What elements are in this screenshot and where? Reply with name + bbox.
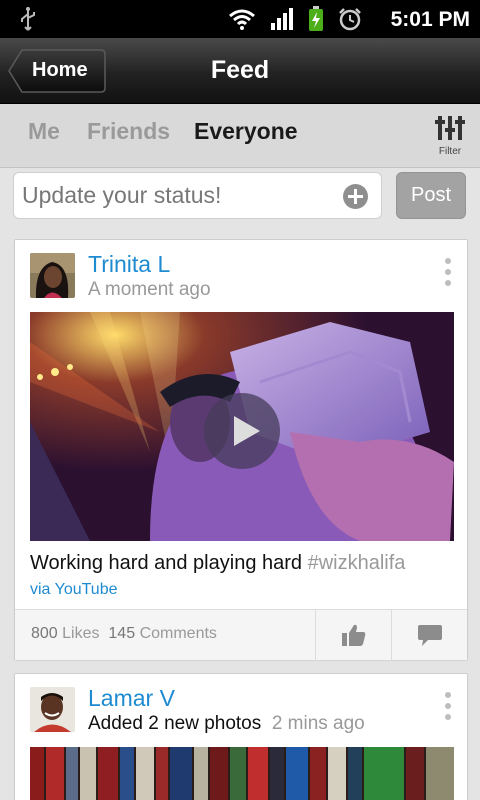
alarm-icon	[339, 8, 361, 31]
source-link[interactable]: via YouTube	[30, 581, 117, 599]
feed-post: Lamar V Added 2 new photos 2 mins ago	[14, 673, 468, 800]
status-field	[13, 172, 382, 219]
overflow-menu-icon[interactable]	[441, 692, 455, 722]
comment-bubble-icon	[418, 625, 442, 646]
comments-label: Comments	[139, 625, 217, 642]
tab-bar: Me Friends Everyone Filter	[0, 104, 480, 168]
likes-label: Likes	[62, 625, 100, 642]
thumbs-up-icon	[342, 624, 366, 646]
post-time: 2 mins ago	[271, 713, 365, 734]
likes-count: 800	[31, 625, 58, 642]
avatar[interactable]	[30, 687, 75, 732]
wifi-icon	[229, 9, 255, 30]
post-author[interactable]: Trinita L	[88, 251, 170, 278]
caption-text: Working hard and playing hard	[30, 552, 303, 574]
post-actions: 800 Likes 145 Comments	[15, 609, 467, 661]
status-bar: 5:01 PM	[0, 0, 480, 38]
feed-post: Trinita L A moment ago Working hard and …	[14, 239, 468, 661]
page-title: Feed	[210, 56, 270, 84]
post-author[interactable]: Lamar V	[88, 685, 175, 712]
battery-charging-icon	[309, 6, 323, 31]
like-button[interactable]	[315, 610, 391, 661]
status-input[interactable]	[14, 173, 334, 218]
post-time: A moment ago	[88, 279, 211, 300]
tab-friends[interactable]: Friends	[87, 118, 170, 145]
post-button[interactable]: Post	[396, 172, 466, 219]
add-attachment-icon[interactable]	[343, 184, 368, 209]
engagement-counts[interactable]: 800 Likes 145 Comments	[31, 625, 217, 643]
filter-sliders-icon	[435, 116, 465, 140]
post-meta: Added 2 new photos 2 mins ago	[88, 713, 365, 735]
clock: 5:01 PM	[390, 8, 470, 31]
comments-count: 145	[108, 625, 136, 642]
avatar[interactable]	[30, 253, 75, 298]
play-icon[interactable]	[204, 393, 280, 469]
video-thumbnail[interactable]	[30, 312, 454, 541]
tab-everyone[interactable]: Everyone	[194, 118, 298, 145]
filter-label: Filter	[438, 146, 462, 157]
photo-preview[interactable]	[30, 747, 454, 800]
status-icons	[228, 6, 362, 32]
tab-me[interactable]: Me	[28, 118, 60, 145]
usb-icon	[21, 7, 35, 31]
post-caption: Working hard and playing hard #wizkhalif…	[30, 552, 405, 575]
comment-button[interactable]	[391, 610, 467, 661]
filter-button[interactable]: Filter	[432, 114, 468, 158]
signal-icon	[271, 8, 293, 30]
hashtag-link[interactable]: #wizkhalifa	[308, 552, 406, 574]
action-bar: Home Feed	[0, 38, 480, 104]
post-action: Added 2 new photos	[88, 713, 262, 734]
bookshelf-photo	[30, 747, 454, 800]
overflow-menu-icon[interactable]	[441, 258, 455, 288]
